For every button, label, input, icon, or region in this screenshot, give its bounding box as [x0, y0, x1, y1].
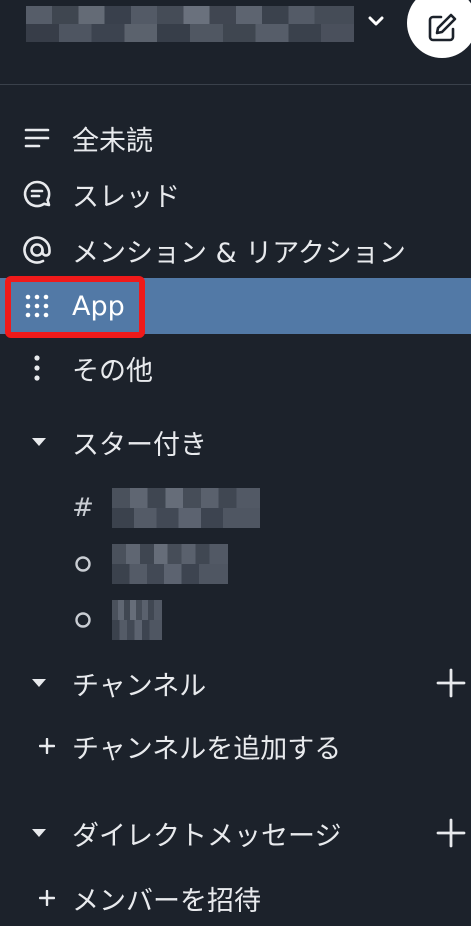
add-channel-button[interactable]: チャンネルを追加する: [0, 718, 471, 774]
channel-name-redacted: [112, 544, 228, 584]
section-channels[interactable]: チャンネル: [0, 655, 471, 711]
circle-icon: [72, 555, 94, 573]
workspace-name-redacted[interactable]: [26, 6, 354, 42]
plus-icon: [34, 885, 60, 911]
add-channel-label: チャンネルを追加する: [72, 733, 342, 765]
sidebar-header: [0, 0, 471, 85]
starred-channel[interactable]: #: [0, 480, 471, 536]
at-icon: [20, 233, 54, 267]
nav-item-unread[interactable]: 全未読: [0, 110, 471, 166]
section-starred[interactable]: スター付き: [0, 414, 471, 470]
hash-icon: #: [72, 493, 94, 523]
compose-icon: [425, 11, 459, 45]
nav-item-label: その他: [72, 355, 153, 387]
nav-item-threads[interactable]: スレッド: [0, 166, 471, 222]
starred-channel[interactable]: [0, 592, 471, 648]
compose-button[interactable]: [407, 0, 471, 58]
invite-members-label: メンバーを招待: [72, 885, 261, 917]
apps-grid-icon: [20, 289, 54, 323]
nav-item-label: メンション & リアクション: [72, 237, 406, 269]
nav-item-label: スレッド: [72, 181, 180, 213]
caret-down-icon: [30, 433, 48, 451]
nav-item-more[interactable]: その他: [0, 340, 471, 396]
chevron-down-icon[interactable]: [365, 8, 387, 34]
invite-members-button[interactable]: メンバーを招待: [0, 870, 471, 926]
add-channel-plus-icon[interactable]: [434, 666, 468, 700]
threads-icon: [20, 177, 54, 211]
nav-item-label: 全未読: [72, 125, 153, 157]
caret-down-icon: [30, 674, 48, 692]
channel-name-redacted: [112, 600, 162, 640]
unread-list-icon: [20, 121, 54, 155]
nav-item-mentions[interactable]: メンション & リアクション: [0, 222, 471, 278]
caret-down-icon: [30, 824, 48, 842]
channel-name-redacted: [112, 488, 260, 528]
section-title: ダイレクトメッセージ: [72, 820, 342, 852]
section-title: スター付き: [72, 429, 207, 461]
nav-item-label: App: [72, 290, 125, 322]
nav-item-app[interactable]: App: [0, 278, 471, 334]
plus-icon: [34, 733, 60, 759]
add-dm-plus-icon[interactable]: [434, 816, 468, 850]
section-direct-messages[interactable]: ダイレクトメッセージ: [0, 805, 471, 861]
starred-channel[interactable]: [0, 536, 471, 592]
circle-icon: [72, 611, 94, 629]
section-title: チャンネル: [72, 670, 207, 702]
more-vertical-icon: [20, 351, 54, 385]
